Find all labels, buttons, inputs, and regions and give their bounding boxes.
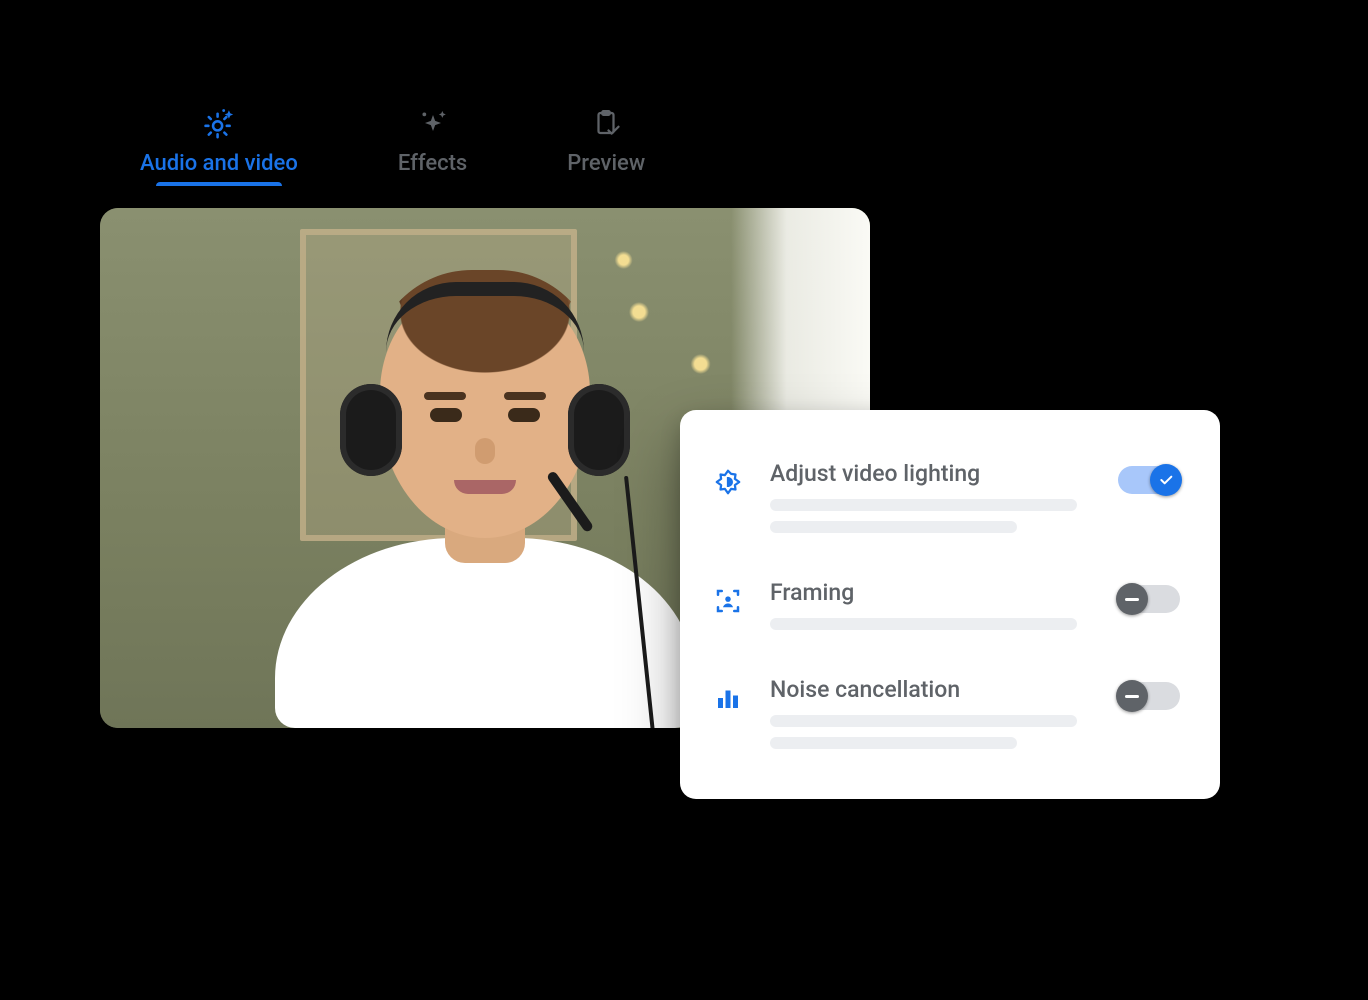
setting-title: Noise cancellation bbox=[770, 676, 1104, 703]
audio-video-settings-panel: Adjust video lighting Framing bbox=[680, 410, 1220, 799]
sparkles-icon bbox=[415, 105, 451, 141]
tab-preview[interactable]: Preview bbox=[567, 105, 645, 186]
placeholder-line bbox=[770, 618, 1077, 630]
tab-effects[interactable]: Effects bbox=[398, 105, 467, 186]
placeholder-line bbox=[770, 499, 1077, 511]
settings-tabs: Audio and video Effects Preview bbox=[140, 105, 645, 186]
toggle-knob bbox=[1116, 583, 1148, 615]
tab-label: Preview bbox=[567, 151, 645, 176]
preview-person bbox=[275, 268, 695, 728]
brightness-icon bbox=[712, 466, 744, 498]
toggle-knob bbox=[1116, 680, 1148, 712]
placeholder-line bbox=[770, 737, 1017, 749]
toggle-knob bbox=[1150, 464, 1182, 496]
frame-person-icon bbox=[712, 585, 744, 617]
setting-title: Framing bbox=[770, 579, 1104, 606]
setting-framing: Framing bbox=[712, 565, 1188, 654]
setting-noise-cancellation: Noise cancellation bbox=[712, 662, 1188, 773]
gear-sparkle-icon bbox=[201, 105, 237, 141]
placeholder-line bbox=[770, 521, 1017, 533]
tab-label: Effects bbox=[398, 151, 467, 176]
tab-audio-video[interactable]: Audio and video bbox=[140, 105, 298, 186]
equalizer-icon bbox=[712, 682, 744, 714]
setting-adjust-lighting: Adjust video lighting bbox=[712, 446, 1188, 557]
setting-title: Adjust video lighting bbox=[770, 460, 1104, 487]
clipboard-check-icon bbox=[588, 105, 624, 141]
toggle-framing[interactable] bbox=[1118, 585, 1180, 613]
tab-label: Audio and video bbox=[140, 151, 298, 176]
placeholder-line bbox=[770, 715, 1077, 727]
toggle-adjust-lighting[interactable] bbox=[1118, 466, 1180, 494]
toggle-noise-cancellation[interactable] bbox=[1118, 682, 1180, 710]
